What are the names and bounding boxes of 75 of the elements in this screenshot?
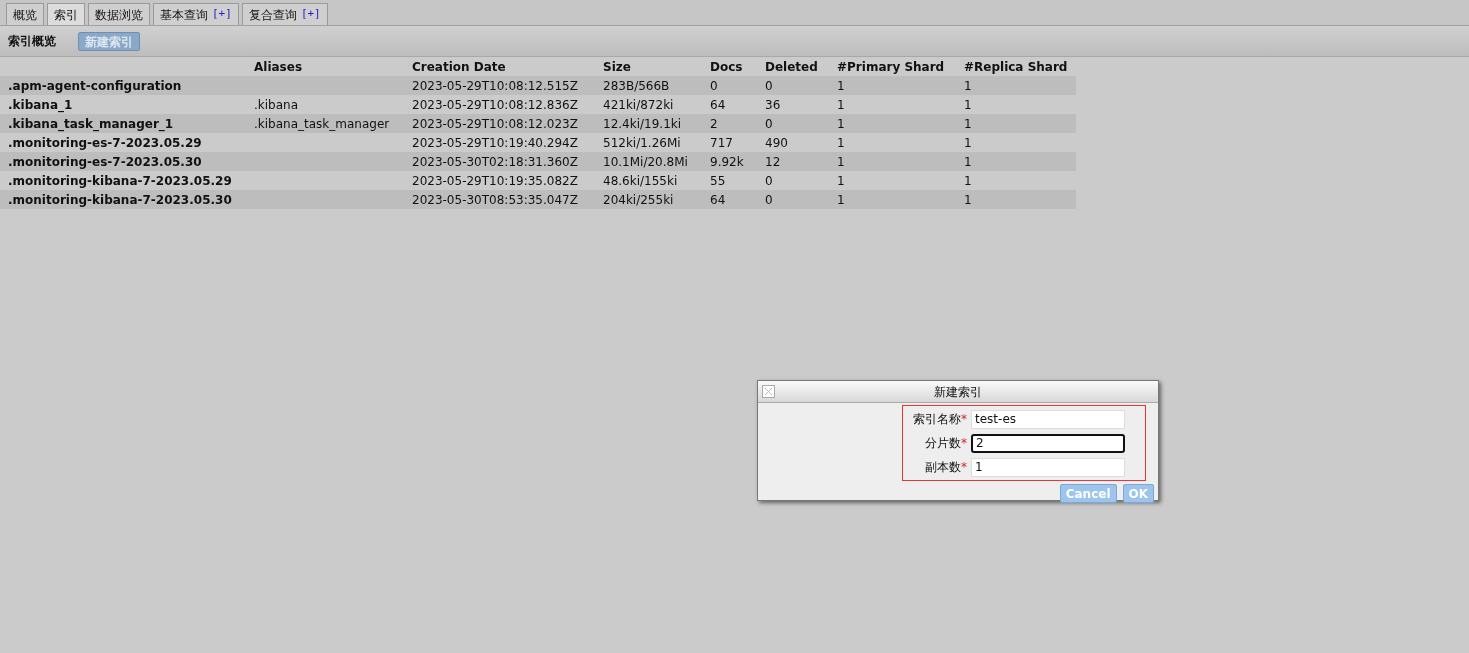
table-cell: 0 bbox=[765, 173, 773, 188]
table-cell: 36 bbox=[765, 97, 781, 112]
table-cell: 64 bbox=[710, 97, 726, 112]
table-cell: .kibana_task_manager bbox=[254, 116, 390, 131]
table-cell: 0 bbox=[765, 192, 773, 207]
dialog-title: 新建索引 bbox=[934, 383, 982, 401]
column-header: #Primary Shard bbox=[837, 59, 945, 74]
table-cell: .kibana bbox=[254, 97, 299, 112]
column-header: #Replica Shard bbox=[964, 59, 1068, 74]
table-cell: 55 bbox=[710, 173, 726, 188]
table-cell: 12 bbox=[765, 154, 781, 169]
column-header: Size bbox=[603, 59, 631, 74]
table-cell: 204ki/255ki bbox=[603, 192, 674, 207]
index-name: .kibana_1 bbox=[8, 97, 73, 112]
column-header: Aliases bbox=[254, 59, 303, 74]
required-mark: * bbox=[961, 411, 967, 428]
tab[interactable]: 基本查询 [+] bbox=[153, 3, 239, 25]
tab[interactable]: 索引 bbox=[47, 3, 85, 25]
table-cell: 2023-05-29T10:08:12.836Z bbox=[412, 97, 578, 112]
column-header: Creation Date bbox=[412, 59, 506, 74]
table-cell: 2023-05-30T02:18:31.360Z bbox=[412, 154, 578, 169]
table-cell: 1 bbox=[964, 173, 972, 188]
field-label: 分片数 bbox=[925, 435, 961, 452]
table-cell: 48.6ki/155ki bbox=[603, 173, 678, 188]
tab[interactable]: 复合查询 [+] bbox=[241, 3, 328, 25]
input-field[interactable]: 2 bbox=[971, 433, 1125, 453]
field-label: 副本数 bbox=[925, 459, 961, 476]
table-cell: 1 bbox=[964, 116, 972, 131]
table-cell: 2 bbox=[710, 116, 718, 131]
column-header: Deleted bbox=[765, 59, 818, 74]
table-cell: 283B/566B bbox=[603, 78, 670, 93]
tab[interactable]: 概览 bbox=[6, 3, 44, 25]
index-name: .apm-agent-configuration bbox=[8, 78, 182, 93]
field-label: 索引名称 bbox=[913, 411, 961, 428]
column-header: Docs bbox=[710, 59, 743, 74]
table-cell: 1 bbox=[837, 154, 845, 169]
table-cell: 1 bbox=[837, 173, 845, 188]
table-cell: 2023-05-29T10:19:35.082Z bbox=[412, 173, 578, 188]
index-name: .kibana_task_manager_1 bbox=[8, 116, 174, 131]
table-cell: 490 bbox=[765, 135, 788, 150]
table-cell: 1 bbox=[837, 192, 845, 207]
input-field[interactable]: 1 bbox=[971, 457, 1125, 477]
table-cell: 2023-05-29T10:19:40.294Z bbox=[412, 135, 578, 150]
table-cell: 1 bbox=[837, 116, 845, 131]
section-title: 索引概览 bbox=[8, 33, 56, 50]
table-cell: 2023-05-29T10:08:12.515Z bbox=[412, 78, 578, 93]
table-cell: 9.92k bbox=[710, 154, 744, 169]
table-cell: 10.1Mi/20.8Mi bbox=[603, 154, 688, 169]
table-cell: 1 bbox=[964, 97, 972, 112]
table-cell: 1 bbox=[837, 135, 845, 150]
table-cell: 1 bbox=[964, 192, 972, 207]
table-cell: 421ki/872ki bbox=[603, 97, 674, 112]
close-icon[interactable] bbox=[762, 385, 775, 398]
table-cell: 1 bbox=[964, 135, 972, 150]
table-cell: 2023-05-30T08:53:35.047Z bbox=[412, 192, 578, 207]
table-cell: 64 bbox=[710, 192, 726, 207]
table-cell: 0 bbox=[710, 78, 718, 93]
table-cell: 2023-05-29T10:08:12.023Z bbox=[412, 116, 578, 131]
index-name: .monitoring-kibana-7-2023.05.30 bbox=[8, 192, 232, 207]
table-cell: 12.4ki/19.1ki bbox=[603, 116, 682, 131]
input-field[interactable]: test-es bbox=[971, 409, 1125, 429]
table-cell: 1 bbox=[964, 78, 972, 93]
table-cell: 0 bbox=[765, 78, 773, 93]
table-cell: 1 bbox=[837, 97, 845, 112]
table-cell: 1 bbox=[837, 78, 845, 93]
required-mark: * bbox=[961, 459, 967, 476]
table-cell: 717 bbox=[710, 135, 733, 150]
index-name: .monitoring-kibana-7-2023.05.29 bbox=[8, 173, 232, 188]
table-cell: 0 bbox=[765, 116, 773, 131]
required-mark: * bbox=[961, 435, 967, 452]
table-cell: 512ki/1.26Mi bbox=[603, 135, 681, 150]
table-cell: 1 bbox=[964, 154, 972, 169]
index-name: .monitoring-es-7-2023.05.30 bbox=[8, 154, 202, 169]
index-name: .monitoring-es-7-2023.05.29 bbox=[8, 135, 202, 150]
tab[interactable]: 数据浏览 bbox=[88, 3, 150, 25]
